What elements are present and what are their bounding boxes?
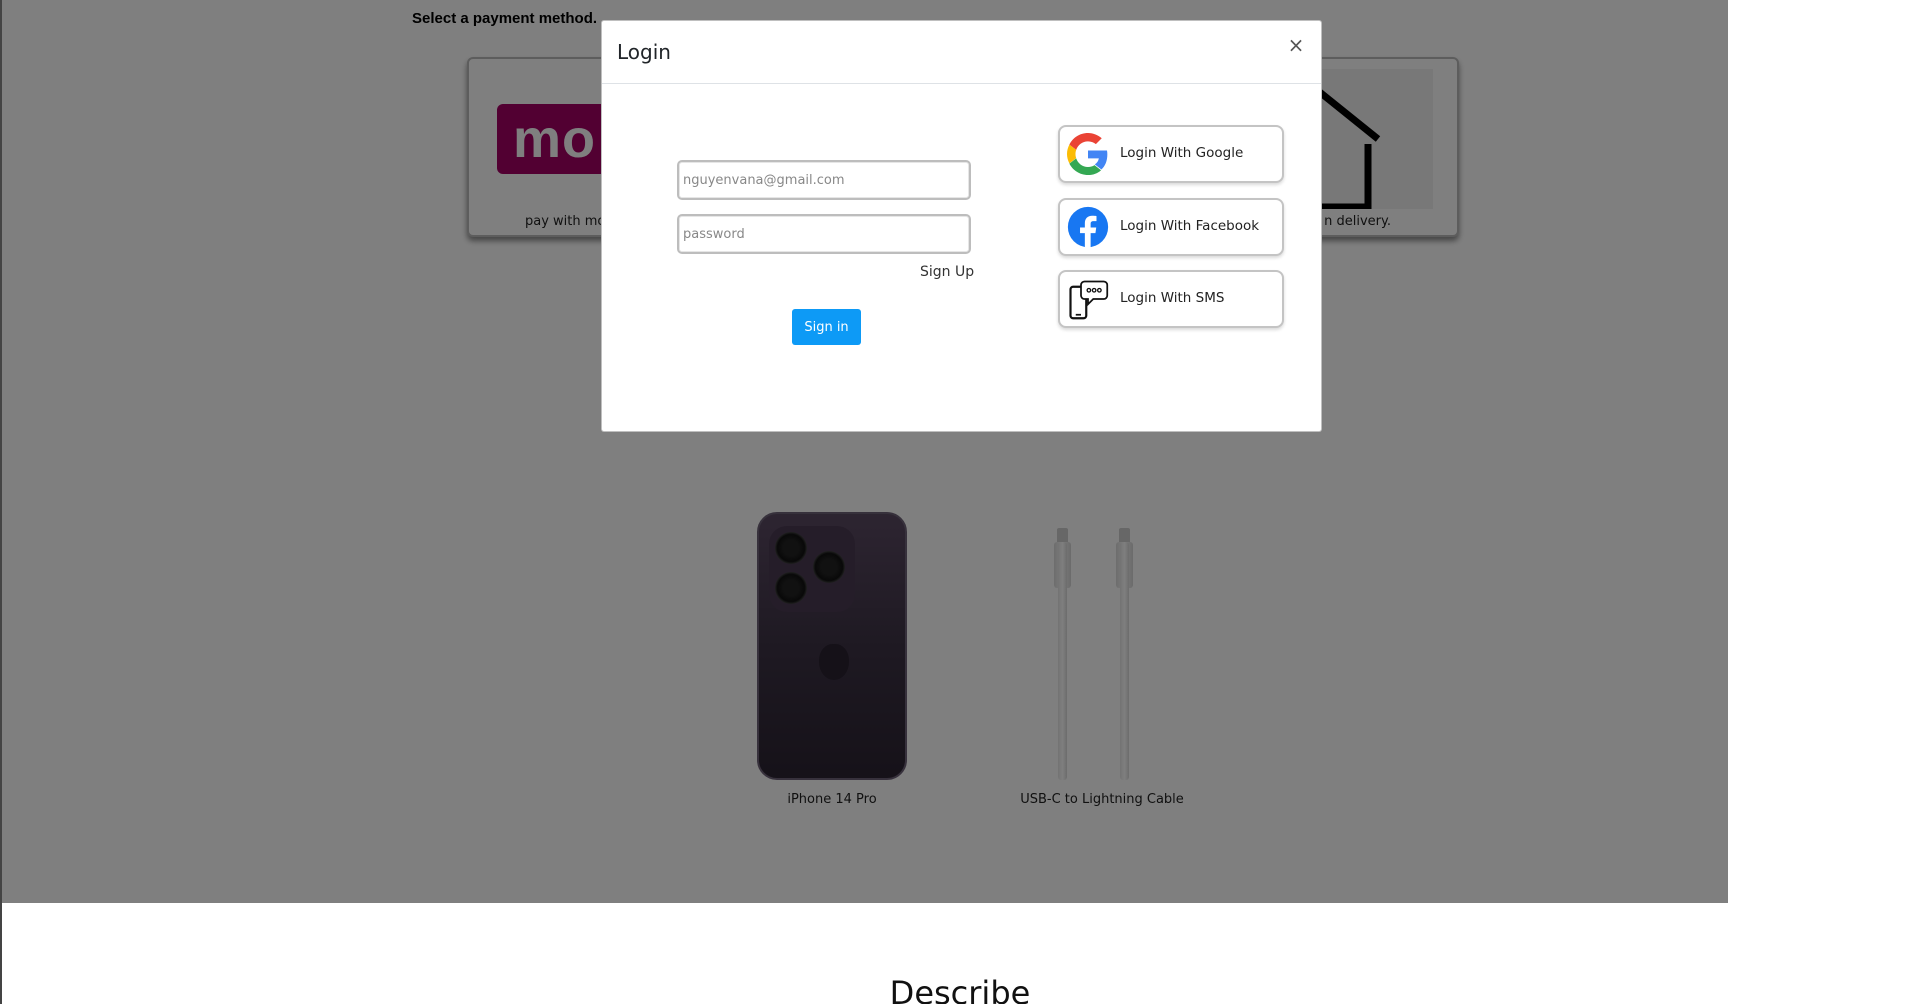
facebook-icon (1067, 206, 1109, 248)
modal-title: Login (617, 40, 671, 64)
sign-up-link[interactable]: Sign Up (920, 264, 974, 280)
login-google-button[interactable]: Login With Google (1058, 125, 1284, 183)
login-sms-button[interactable]: Login With SMS (1058, 270, 1284, 328)
close-button[interactable]: × (1285, 35, 1307, 57)
google-icon (1067, 133, 1109, 175)
login-facebook-label: Login With Facebook (1120, 218, 1260, 234)
sms-phone-icon (1067, 278, 1109, 320)
login-modal: Login × Sign Up Sign in Login With Googl… (601, 20, 1322, 432)
modal-header: Login × (602, 21, 1321, 84)
login-google-label: Login With Google (1120, 145, 1244, 161)
describe-heading: Describe (889, 974, 1031, 1004)
login-facebook-button[interactable]: Login With Facebook (1058, 198, 1284, 256)
page: Select a payment method. mo pay with mo … (0, 0, 1920, 1004)
sign-in-button[interactable]: Sign in (792, 309, 861, 345)
login-sms-label: Login With SMS (1120, 290, 1225, 306)
password-field[interactable] (677, 214, 971, 254)
email-field[interactable] (677, 160, 971, 200)
